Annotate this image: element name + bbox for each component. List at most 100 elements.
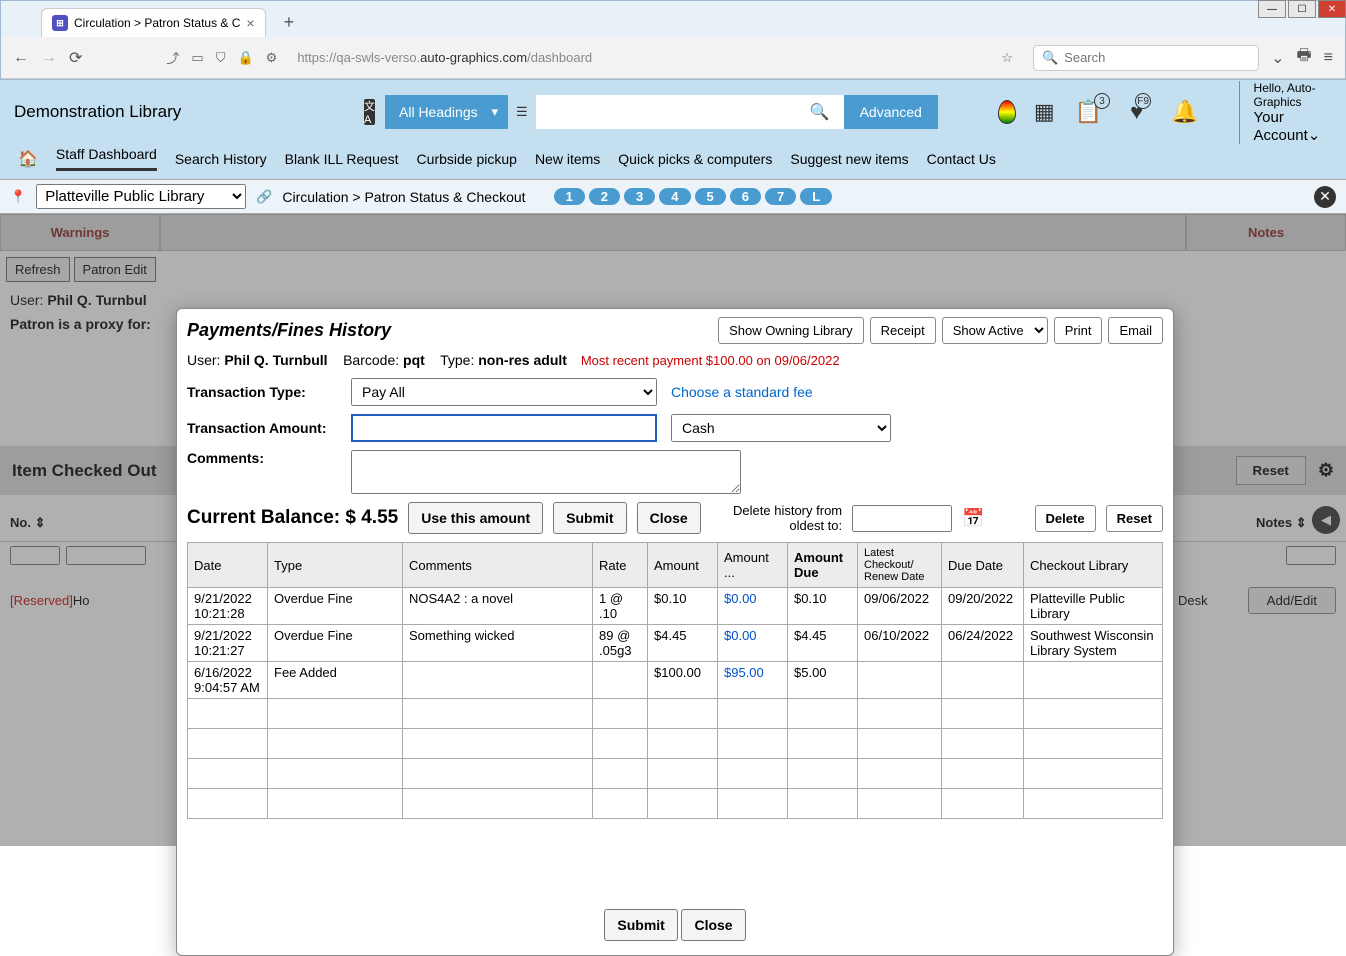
session-tab-4[interactable]: 4 [659, 188, 690, 205]
reset-history-button[interactable]: Reset [1106, 505, 1163, 532]
window-close-button[interactable]: ✕ [1318, 0, 1346, 18]
th-rate[interactable]: Rate [593, 543, 648, 588]
close-button-bottom[interactable]: Close [681, 909, 745, 941]
email-button[interactable]: Email [1108, 317, 1163, 344]
th-due-date[interactable]: Due Date [942, 543, 1024, 588]
th-amount[interactable]: Amount [648, 543, 718, 588]
close-sessions-icon[interactable]: ✕ [1314, 186, 1336, 208]
nav-quick-picks[interactable]: Quick picks & computers [618, 151, 772, 167]
use-this-amount-button[interactable]: Use this amount [408, 502, 543, 534]
bookmark-out-icon[interactable]: ⤴ [166, 48, 179, 67]
search-icon: 🔍 [1042, 50, 1058, 66]
search-button[interactable]: 🔍 [796, 95, 844, 129]
th-date[interactable]: Date [188, 543, 268, 588]
submit-button-bottom[interactable]: Submit [604, 909, 677, 941]
table-row[interactable] [188, 759, 1163, 789]
translate-icon[interactable]: 文A [364, 99, 375, 125]
tab-title: Circulation > Patron Status & C [74, 16, 240, 30]
table-row[interactable] [188, 699, 1163, 729]
tab-close-icon[interactable]: × [246, 15, 254, 31]
nav-staff-dashboard[interactable]: Staff Dashboard [56, 146, 157, 171]
session-tab-2[interactable]: 2 [589, 188, 620, 205]
balloon-icon[interactable] [998, 100, 1016, 124]
browser-search-input[interactable] [1064, 50, 1250, 65]
calendar-icon[interactable]: 📅 [962, 508, 984, 529]
reload-icon[interactable]: ⟳ [69, 48, 82, 68]
table-row[interactable] [188, 789, 1163, 819]
headings-select[interactable]: All Headings [385, 104, 508, 120]
heart-icon[interactable]: ♥F9 [1130, 99, 1143, 125]
nav-curbside[interactable]: Curbside pickup [417, 151, 517, 167]
tab-favicon: ⊞ [52, 15, 68, 31]
choose-fee-link[interactable]: Choose a standard fee [671, 384, 813, 400]
print-icon[interactable]: 🖶 [1297, 44, 1312, 71]
session-tab-6[interactable]: 6 [730, 188, 761, 205]
payment-method-select[interactable]: Cash [671, 414, 891, 442]
permissions-icon[interactable]: ⚙ [266, 50, 278, 66]
database-icon[interactable]: ☰ [508, 95, 536, 129]
browser-tab[interactable]: ⊞ Circulation > Patron Status & C × [41, 8, 266, 37]
home-icon[interactable]: 🏠 [18, 149, 38, 169]
hello-text: Hello, Auto-Graphics [1254, 81, 1321, 109]
address-bar[interactable]: https://qa-swls-verso.auto-graphics.com/… [289, 46, 989, 69]
list-icon[interactable]: 📋3 [1075, 99, 1102, 125]
table-row[interactable]: 9/21/2022 10:21:27Overdue FineSomething … [188, 625, 1163, 662]
minimize-button[interactable]: — [1258, 0, 1286, 18]
location-select[interactable]: Platteville Public Library [36, 184, 246, 209]
session-tab-5[interactable]: 5 [695, 188, 726, 205]
star-icon[interactable]: ☆ [1001, 50, 1013, 66]
th-amount-p[interactable]: Amount ... [718, 543, 788, 588]
back-icon[interactable]: ← [13, 49, 29, 67]
maximize-button[interactable]: ☐ [1288, 0, 1316, 18]
comments-textarea[interactable] [351, 450, 741, 494]
session-tab-3[interactable]: 3 [624, 188, 655, 205]
submit-button-top[interactable]: Submit [553, 502, 626, 534]
receipt-button[interactable]: Receipt [870, 317, 936, 344]
txn-amount-input[interactable] [351, 414, 657, 442]
tabs-icon[interactable]: ▭ [191, 50, 203, 66]
delete-history-date[interactable] [852, 505, 952, 532]
current-balance: Current Balance: $ 4.55 [187, 507, 398, 529]
session-tab-7[interactable]: 7 [765, 188, 796, 205]
show-active-select[interactable]: Show Active [942, 317, 1048, 344]
barcode-label: Barcode: [343, 352, 399, 368]
shield-icon[interactable]: ⛉ [216, 50, 226, 66]
pin-icon: 📍 [10, 189, 26, 205]
forward-icon[interactable]: → [41, 49, 57, 67]
close-button-top[interactable]: Close [637, 502, 701, 534]
scan-icon[interactable]: ▦ [1034, 99, 1055, 125]
browser-search[interactable]: 🔍 [1033, 45, 1259, 71]
txn-amount-label: Transaction Amount: [187, 420, 337, 436]
nav-suggest[interactable]: Suggest new items [790, 151, 908, 167]
nav-search-history[interactable]: Search History [175, 151, 267, 167]
catalog-search-input[interactable] [536, 95, 796, 129]
print-button[interactable]: Print [1054, 317, 1103, 344]
menu-icon[interactable]: ≡ [1324, 49, 1333, 67]
th-type[interactable]: Type [268, 543, 403, 588]
advanced-search-button[interactable]: Advanced [844, 95, 938, 129]
pocket-icon[interactable]: ⌄ [1271, 48, 1284, 68]
th-amount-due[interactable]: Amount Due [788, 543, 858, 588]
session-tab-l[interactable]: L [800, 188, 832, 205]
th-latest[interactable]: Latest Checkout/ Renew Date [858, 543, 942, 588]
nav-blank-ill[interactable]: Blank ILL Request [285, 151, 399, 167]
link-icon: 🔗 [256, 189, 272, 205]
txn-type-select[interactable]: Pay All [351, 378, 657, 406]
th-comments[interactable]: Comments [403, 543, 593, 588]
lock-icon: 🔒 [237, 50, 253, 66]
your-account-link[interactable]: Your Account⌄ [1254, 109, 1321, 144]
nav-contact[interactable]: Contact Us [927, 151, 996, 167]
show-owning-button[interactable]: Show Owning Library [718, 317, 864, 344]
new-tab-button[interactable]: + [276, 8, 303, 37]
nav-new-items[interactable]: New items [535, 151, 600, 167]
user-value: Phil Q. Turnbull [224, 352, 327, 368]
delete-history-label1: Delete history from [733, 503, 842, 518]
library-name: Demonstration Library [14, 102, 354, 122]
delete-button[interactable]: Delete [1035, 505, 1096, 532]
table-row[interactable]: 6/16/2022 9:04:57 AMFee Added$100.00$95.… [188, 662, 1163, 699]
th-checkout-lib[interactable]: Checkout Library [1024, 543, 1163, 588]
bell-icon[interactable]: 🔔 [1171, 99, 1198, 125]
table-row[interactable] [188, 729, 1163, 759]
table-row[interactable]: 9/21/2022 10:21:28Overdue FineNOS4A2 : a… [188, 588, 1163, 625]
session-tab-1[interactable]: 1 [554, 188, 585, 205]
